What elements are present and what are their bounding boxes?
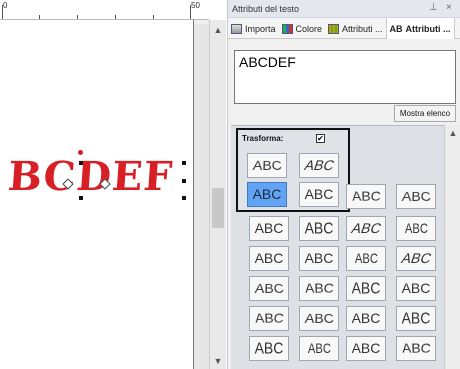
import-icon <box>231 23 242 34</box>
shape-button[interactable]: ABC <box>346 246 386 271</box>
shape-button[interactable]: ABC <box>299 336 339 361</box>
tab-text-attributes[interactable]: AB Attributi ... <box>385 18 455 39</box>
scroll-up-icon[interactable]: ▲ <box>210 22 226 38</box>
shape-button[interactable]: ABC <box>299 276 339 301</box>
shape-button[interactable]: ABC <box>346 216 386 241</box>
transform-group: Trasforma: ✔ ABC ABC ABC ABC <box>236 128 350 212</box>
shape-button[interactable]: ABC <box>396 276 436 301</box>
transform-gallery: Trasforma: ✔ ABC ABC ABC ABC ABC ABC ABC… <box>231 125 444 369</box>
selection-handle[interactable] <box>79 196 83 200</box>
shape-button[interactable]: ABC <box>249 216 289 241</box>
text-input[interactable]: ABCDEF <box>234 50 456 104</box>
selection-handle[interactable] <box>182 196 186 200</box>
ruler-tick <box>153 15 154 19</box>
gallery-scrollbar[interactable]: ▲ <box>444 125 460 369</box>
ruler-label-start: 0 <box>3 1 8 10</box>
shape-button[interactable]: ABC <box>299 246 339 271</box>
ruler-tick <box>190 5 191 19</box>
close-icon[interactable]: × <box>446 2 452 13</box>
shape-button[interactable]: ABC <box>396 246 436 271</box>
tab-import[interactable]: Importa <box>228 18 279 39</box>
app-root: 0 50 BCDEF ▲ ▼ Attributi del testo ⊥ × I… <box>0 0 460 369</box>
shape-button[interactable]: ABC <box>346 306 386 331</box>
tab-label: Importa <box>245 23 276 34</box>
selection-handle[interactable] <box>79 161 83 165</box>
shape-button[interactable]: ABC <box>396 184 436 209</box>
tab-color[interactable]: Colore <box>279 18 326 39</box>
canvas-vertical-scrollbar[interactable]: ▲ ▼ <box>209 20 226 369</box>
rotation-handle[interactable] <box>78 150 83 155</box>
tab-attributes[interactable]: Attributi ... <box>325 18 386 39</box>
horizontal-ruler: 0 50 <box>0 0 209 20</box>
panel-title: Attributi del testo <box>232 4 300 14</box>
shape-arc-up-button[interactable]: ABC <box>247 153 287 178</box>
ruler-tick <box>39 15 40 19</box>
show-list-button[interactable]: Mostra elenco <box>394 105 456 122</box>
ab-icon: AB <box>389 23 403 34</box>
design-text-object[interactable]: BCDEF <box>6 153 174 200</box>
shape-arc-down-button[interactable]: ABC <box>299 153 339 178</box>
shape-button[interactable]: ABC <box>299 306 339 331</box>
color-icon <box>281 23 293 34</box>
selection-handle[interactable] <box>182 161 186 165</box>
scroll-up-icon[interactable]: ▲ <box>445 125 460 141</box>
page-shadow <box>194 24 209 369</box>
shape-button[interactable]: ABC <box>346 184 386 209</box>
pin-icon[interactable]: ⊥ <box>429 2 438 13</box>
shape-straight-button[interactable]: ABC <box>247 182 287 207</box>
shape-button[interactable]: ABC <box>396 336 436 361</box>
shape-button[interactable]: ABC <box>299 216 339 241</box>
panel-tabs: Importa Colore Attributi ... AB Attribut… <box>228 18 460 39</box>
shape-button[interactable]: ABC <box>346 276 386 301</box>
panel-title-bar: Attributi del testo ⊥ × <box>228 0 460 18</box>
design-canvas[interactable]: 0 50 BCDEF <box>0 0 209 369</box>
selection-handle[interactable] <box>182 179 186 183</box>
ruler-tick <box>115 15 116 19</box>
transform-checkbox[interactable]: ✔ <box>316 134 325 143</box>
scroll-down-icon[interactable]: ▼ <box>210 353 226 369</box>
shape-button[interactable]: ABC <box>249 306 289 331</box>
text-attributes-panel: Attributi del testo ⊥ × Importa Colore A… <box>227 0 460 369</box>
shape-plain-button[interactable]: ABC <box>299 182 339 207</box>
ruler-label-end: 50 <box>191 1 200 10</box>
tab-label: Colore <box>295 23 323 34</box>
shape-button[interactable]: ABC <box>396 306 436 331</box>
shape-button[interactable]: ABC <box>249 276 289 301</box>
shape-button[interactable]: ABC <box>249 336 289 361</box>
design-page[interactable]: BCDEF <box>0 20 194 369</box>
tab-label: Attributi ... <box>405 23 451 34</box>
tab-label: Attributi ... <box>342 23 383 34</box>
ruler-tick <box>2 5 3 19</box>
shape-button[interactable]: ABC <box>249 246 289 271</box>
ruler-tick <box>77 15 78 19</box>
scrollbar-thumb[interactable] <box>212 188 224 228</box>
shape-button[interactable]: ABC <box>396 216 436 241</box>
transform-label: Trasforma: <box>242 134 284 143</box>
shape-button[interactable]: ABC <box>346 336 386 361</box>
attributes-icon <box>328 23 340 34</box>
